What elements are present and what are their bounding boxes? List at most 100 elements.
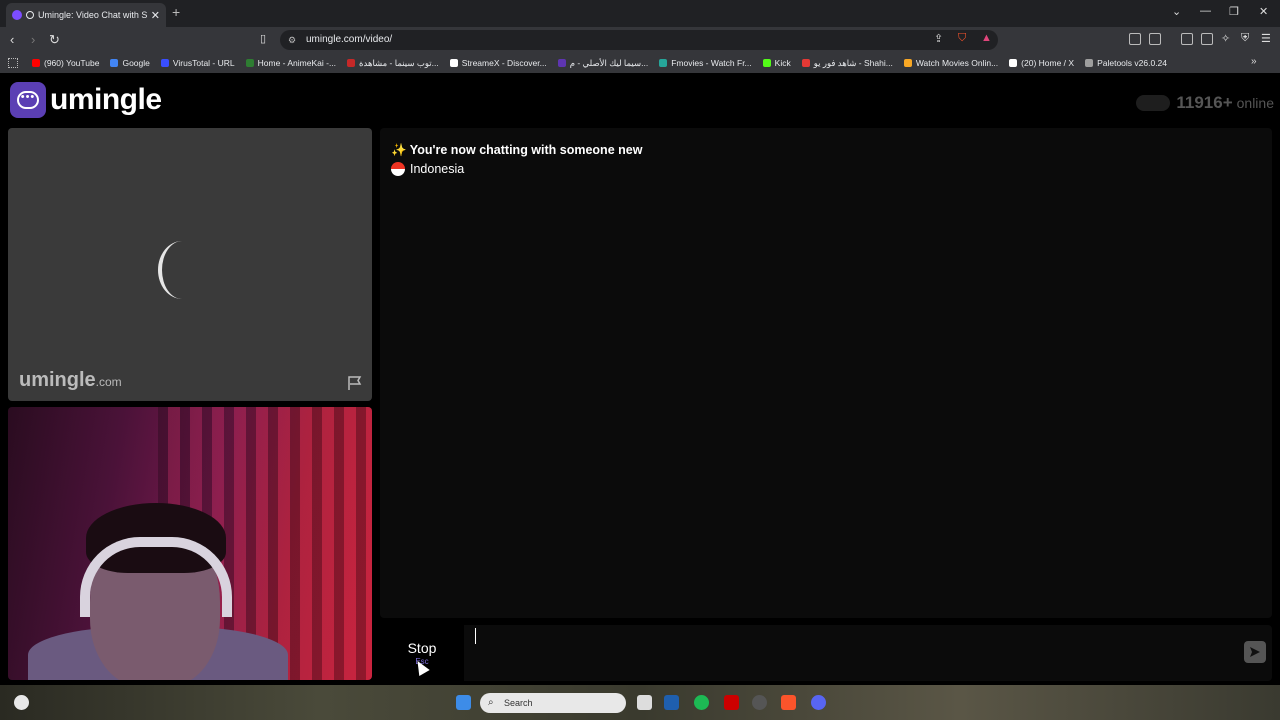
bookmark-item[interactable]: Watch Movies Onlin... [903,58,999,68]
recording-indicator-icon [26,11,34,19]
bookmark-label: Google [122,58,150,68]
windows-start-icon[interactable] [456,695,471,710]
bookmark-item[interactable]: سيما ليك الأصلي - م... [557,57,649,69]
bookmark-label: Fmovies - Watch Fr... [671,58,752,68]
bookmark-favicon-icon [903,59,912,67]
bookmark-item[interactable]: توب سينما - مشاهدة... [347,58,439,69]
search-icon: ⌕ [488,697,494,708]
bookmark-label: StreameX - Discover... [461,58,547,68]
bookmark-item[interactable]: (20) Home / X [1009,58,1074,68]
bookmark-favicon-icon [1085,59,1094,67]
close-window-icon[interactable]: ✕ [1259,5,1268,18]
bookmark-label: Watch Movies Onlin... [915,58,999,68]
umingle-favicon-icon [12,10,22,20]
bookmark-item[interactable]: Home - AnimeKai -... [245,58,337,68]
red-app-icon[interactable] [724,695,739,710]
watermark-main: umingle [19,369,96,391]
bookmark-item[interactable]: Paletools v26.0.24 [1085,58,1167,68]
extensions-icon[interactable] [1129,33,1141,45]
brave-shields-icon[interactable]: ⛉ [958,32,966,45]
task-view-icon[interactable] [637,695,652,710]
bookmark-item[interactable]: شاهد فور يو - Shahi... [801,57,893,69]
reload-icon[interactable]: ↻ [49,32,60,48]
bookmark-favicon-icon [32,59,40,67]
report-flag-icon[interactable] [347,375,363,391]
brave-rewards-icon[interactable]: ▲ [981,32,992,44]
notification-app-icon[interactable] [14,695,29,710]
umingle-watermark: umingle.com [19,369,122,392]
tab-search-chevron-icon[interactable]: ⌄ [1172,5,1181,18]
address-bar[interactable]: ⚙ umingle.com/video/ [280,30,998,50]
theme-toggle[interactable] [1136,95,1171,111]
taskbar-search-label: Search [504,698,533,708]
chat-log: ✨ You're now chatting with someone new I… [380,128,1272,618]
minimize-window-icon[interactable]: — [1200,5,1211,17]
online-count: 11916+ [1176,93,1233,112]
back-icon[interactable]: ‹ [10,32,14,47]
watermark-domain: .com [95,375,122,389]
wallet-icon[interactable] [1201,33,1213,45]
bookmark-label: سيما ليك الأصلي - م... [569,57,649,68]
bookmark-item[interactable]: (960) YouTube [32,58,99,68]
leo-ai-icon[interactable]: ✧ [1221,32,1230,45]
send-arrow-icon [1250,647,1260,657]
partner-country: Indonesia [391,162,464,176]
brave-browser-icon[interactable] [781,695,796,710]
apps-grid-icon[interactable] [8,58,18,68]
menu-icon[interactable]: ☰ [1261,32,1271,45]
bookmark-favicon-icon [347,59,356,67]
site-info-icon[interactable]: ⚙ [288,30,296,50]
browser-tab-strip: Umingle: Video Chat with Str... ✕ + ⌄ — … [0,0,1280,27]
umingle-logo[interactable]: ••• umingle [10,82,162,118]
logo-text: umingle [50,83,162,116]
sidebar-icon[interactable] [1181,33,1193,45]
share-icon[interactable]: ⇪ [934,32,943,45]
self-camera-video [8,407,372,680]
bookmark-item[interactable]: Fmovies - Watch Fr... [659,58,752,68]
bookmark-label: Home - AnimeKai -... [257,58,337,68]
bookmark-label: شاهد فور يو - Shahi... [813,57,893,68]
new-tab-button[interactable]: + [172,4,180,20]
steam-icon[interactable] [752,695,767,710]
send-button[interactable] [1244,641,1266,663]
bookmark-label: Kick [774,58,791,68]
forward-icon[interactable]: › [31,32,35,47]
file-explorer-icon[interactable] [664,695,679,710]
bookmark-label: (20) Home / X [1021,58,1075,68]
partner-country-label: Indonesia [410,162,465,176]
chat-bubble-logo-icon: ••• [10,82,46,118]
taskbar-search[interactable]: ⌕ Search [480,693,626,713]
bookmark-label: (960) YouTube [44,58,100,68]
discord-icon[interactable] [811,695,826,710]
headphones [80,537,232,617]
address-toolbar: ‹ › ↻ ▯ ⚙ umingle.com/video/ ⇪ ⛉ ▲ ✧ ⛨ ☰ [0,27,1280,53]
online-counter: 11916+ online [1136,93,1274,113]
bookmark-icon[interactable]: ▯ [260,32,266,45]
more-bookmarks-chevron-icon[interactable]: » [1251,56,1257,67]
close-tab-icon[interactable]: ✕ [151,9,160,22]
spotify-icon[interactable] [694,695,709,710]
bookmark-label: Paletools v26.0.24 [1097,58,1168,68]
url-text: umingle.com/video/ [306,34,393,45]
bookmark-favicon-icon [762,59,771,67]
bookmark-item[interactable]: VirusTotal - URL [160,58,235,68]
bookmark-favicon-icon [1009,59,1018,67]
message-input[interactable] [472,631,1242,675]
stop-label: Stop [407,640,437,656]
new-chat-system-message: ✨ You're now chatting with someone new [391,143,643,157]
bookmark-favicon-icon [801,59,810,67]
online-label: online [1236,95,1274,111]
chat-input-bar: Stop Esc [380,625,1272,681]
vpn-icon[interactable]: ⛨ [1241,32,1249,45]
bookmark-favicon-icon [110,59,119,67]
media-icon[interactable] [1149,33,1161,45]
bookmark-label: VirusTotal - URL [172,58,235,68]
bookmark-favicon-icon [659,59,668,67]
browser-tab-umingle[interactable]: Umingle: Video Chat with Str... ✕ [6,3,166,27]
tab-title: Umingle: Video Chat with Str... [38,10,147,20]
bookmark-item[interactable]: StreameX - Discover... [449,58,547,68]
bookmark-item[interactable]: Kick [762,58,791,68]
bookmark-label: توب سينما - مشاهدة... [359,57,439,68]
bookmark-item[interactable]: Google [110,58,150,68]
restore-window-icon[interactable]: ❐ [1229,5,1239,18]
